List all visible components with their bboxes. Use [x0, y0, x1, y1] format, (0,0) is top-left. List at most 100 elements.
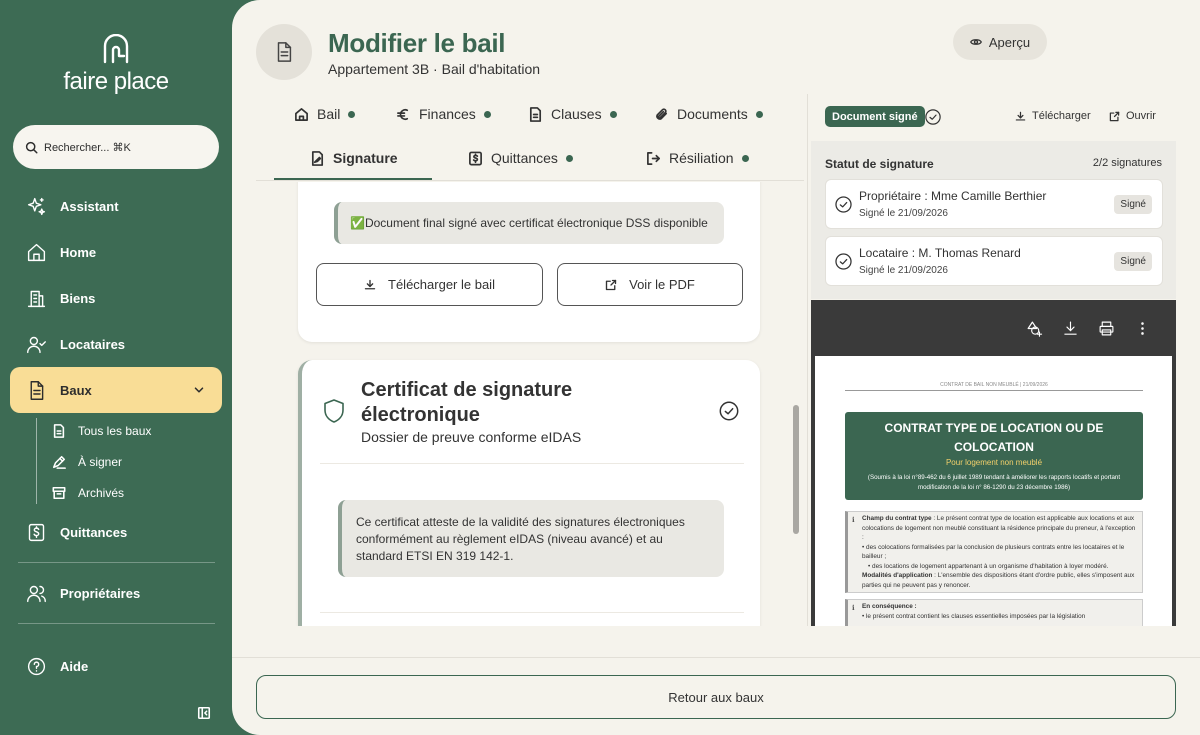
pdf-bullet: • des locations de logement appartenant … — [868, 562, 1109, 570]
file-icon — [53, 424, 65, 438]
tab-quittances[interactable]: Quittances — [468, 145, 573, 171]
page-subtitle: Appartement 3B · Bail d'habitation — [328, 61, 541, 77]
file-icon — [529, 106, 542, 122]
tab-documents[interactable]: Documents — [654, 101, 763, 127]
check-circle-icon — [835, 196, 852, 213]
tab-clauses[interactable]: Clauses — [528, 101, 617, 127]
subnav-label: À signer — [78, 455, 123, 469]
certificate-subtitle: Dossier de preuve conforme eIDAS — [361, 429, 582, 445]
status-dot — [755, 110, 763, 118]
pdf-title: CONTRAT TYPE DE LOCATION OU DE COLOCATIO… — [884, 421, 1104, 454]
link-label: Ouvrir — [1126, 110, 1156, 122]
signed-badge: Signé — [1114, 252, 1152, 271]
pdf-section-label: En conséquence : — [862, 603, 917, 610]
log-out-icon — [647, 151, 660, 165]
sidebar: faire place Rechercher... ⌘K Assistant H… — [0, 0, 232, 735]
certificate-title: Certificat de signature électronique — [361, 379, 573, 426]
button-label: Voir le PDF — [629, 277, 695, 292]
signature-count: 2/2 signatures — [1092, 157, 1162, 169]
view-pdf-button[interactable]: Voir le PDF — [557, 263, 743, 306]
subnav-label: Archivés — [78, 486, 125, 500]
nav-label: Locataires — [60, 336, 126, 352]
users-icon — [27, 585, 46, 602]
pdf-subtitle: Pour logement non meublé — [945, 458, 1043, 467]
tab-label: Signature — [333, 150, 398, 166]
certificate-card: Certificat de signature électronique Dos… — [298, 360, 760, 626]
preview-button[interactable]: Aperçu — [953, 24, 1047, 60]
search-placeholder: Rechercher... ⌘K — [44, 141, 131, 154]
button-label: Retour aux baux — [668, 689, 764, 705]
archive-icon — [52, 486, 66, 500]
pdf-viewer[interactable]: CONTRAT DE BAIL NON MEUBLÉ | 21/09/2026 … — [811, 356, 1176, 626]
home-icon — [27, 243, 46, 261]
pdf-toolbar — [811, 300, 1176, 356]
receipt-dollar-icon — [28, 523, 45, 541]
link-label: Télécharger — [1032, 110, 1091, 122]
house-logo-icon — [103, 34, 129, 64]
divider — [320, 463, 744, 464]
download-lease-button[interactable]: Télécharger le bail — [316, 263, 543, 306]
collapse-sidebar-icon[interactable] — [197, 706, 211, 720]
scrollbar-thumb[interactable] — [793, 405, 799, 534]
subnav-label: Tous les baux — [78, 424, 152, 438]
document-panel: Document signé Télécharger Ouvrir Statut… — [807, 94, 1200, 626]
tab-content[interactable]: ✅Document final signé avec certificat él… — [256, 182, 804, 626]
main-panel: Modifier le bail Appartement 3B · Bail d… — [232, 0, 1200, 735]
subnav-item-a-signer[interactable]: À signer — [52, 450, 122, 474]
status-dot — [609, 110, 617, 118]
tab-resiliation[interactable]: Résiliation — [646, 145, 749, 171]
pdf-section: ℹ En conséquence : • le présent contrat … — [845, 599, 1143, 626]
status-dot — [565, 154, 573, 162]
nav-item-aide[interactable]: Aide — [10, 643, 222, 689]
check-circle-icon — [718, 400, 740, 422]
tab-signature[interactable]: Signature — [310, 145, 398, 171]
print-icon[interactable] — [1098, 320, 1115, 337]
chevron-down-icon[interactable] — [192, 383, 206, 397]
download-link[interactable]: Télécharger — [1015, 110, 1091, 122]
signature-status-title: Statut de signature — [825, 157, 934, 171]
brand-name: faire place — [63, 68, 169, 95]
open-link[interactable]: Ouvrir — [1109, 110, 1156, 122]
nav-item-proprietaires[interactable]: Propriétaires — [10, 570, 222, 616]
pdf-bullet: • des colocations formalisées par la con… — [862, 543, 1125, 561]
pdf-section-label: Champ du contrat type — [862, 515, 932, 522]
nav-label: Propriétaires — [60, 585, 141, 601]
sidebar-divider — [18, 623, 215, 624]
signer-card: Propriétaire : Mme Camille Berthier Sign… — [825, 179, 1163, 229]
nav-item-home[interactable]: Home — [10, 229, 222, 275]
nav-item-baux[interactable]: Baux — [10, 367, 222, 413]
pdf-title-box: CONTRAT TYPE DE LOCATION OU DE COLOCATIO… — [845, 412, 1143, 500]
add-shape-icon[interactable] — [1026, 320, 1043, 337]
nav-label: Assistant — [60, 198, 119, 214]
page-title: Modifier le bail — [328, 28, 506, 58]
tab-finances[interactable]: Finances — [396, 101, 491, 127]
document-signed-badge: Document signé — [825, 106, 925, 127]
nav-item-locataires[interactable]: Locataires — [10, 321, 222, 367]
tab-bail[interactable]: Bail — [294, 101, 356, 127]
tab-label: Résiliation — [669, 150, 734, 166]
shield-icon — [322, 398, 346, 424]
signature-card: ✅Document final signé avec certificat él… — [298, 182, 760, 342]
subnav-item-archives[interactable]: Archivés — [52, 481, 124, 505]
more-vertical-icon[interactable] — [1134, 320, 1151, 337]
nav-item-quittances[interactable]: Quittances — [10, 509, 222, 555]
search-input[interactable]: Rechercher... ⌘K — [13, 125, 219, 169]
preview-label: Aperçu — [988, 34, 1031, 50]
signature-pen-icon — [52, 455, 66, 469]
signer-date: Signé le 21/09/2026 — [859, 208, 948, 219]
subnav-item-tous-les-baux[interactable]: Tous les baux — [52, 419, 151, 443]
nav-label: Quittances — [60, 524, 128, 540]
pdf-section-label: Modalités d'application — [862, 572, 933, 579]
tab-label: Finances — [419, 106, 476, 122]
sparkles-icon — [27, 197, 46, 215]
footer-divider — [232, 657, 1200, 658]
nav-item-biens[interactable]: Biens — [10, 275, 222, 321]
pdf-bullet: • le présent contrat contient les clause… — [862, 612, 1086, 620]
info-icon: ℹ — [852, 605, 855, 612]
signer-name: Locataire : M. Thomas Renard — [859, 246, 1021, 260]
euro-icon — [397, 108, 409, 120]
nav-item-assistant[interactable]: Assistant — [10, 183, 222, 229]
brand-logo[interactable]: faire place — [0, 34, 232, 96]
return-to-leases-button[interactable]: Retour aux baux — [256, 675, 1176, 719]
download-icon[interactable] — [1062, 320, 1079, 337]
